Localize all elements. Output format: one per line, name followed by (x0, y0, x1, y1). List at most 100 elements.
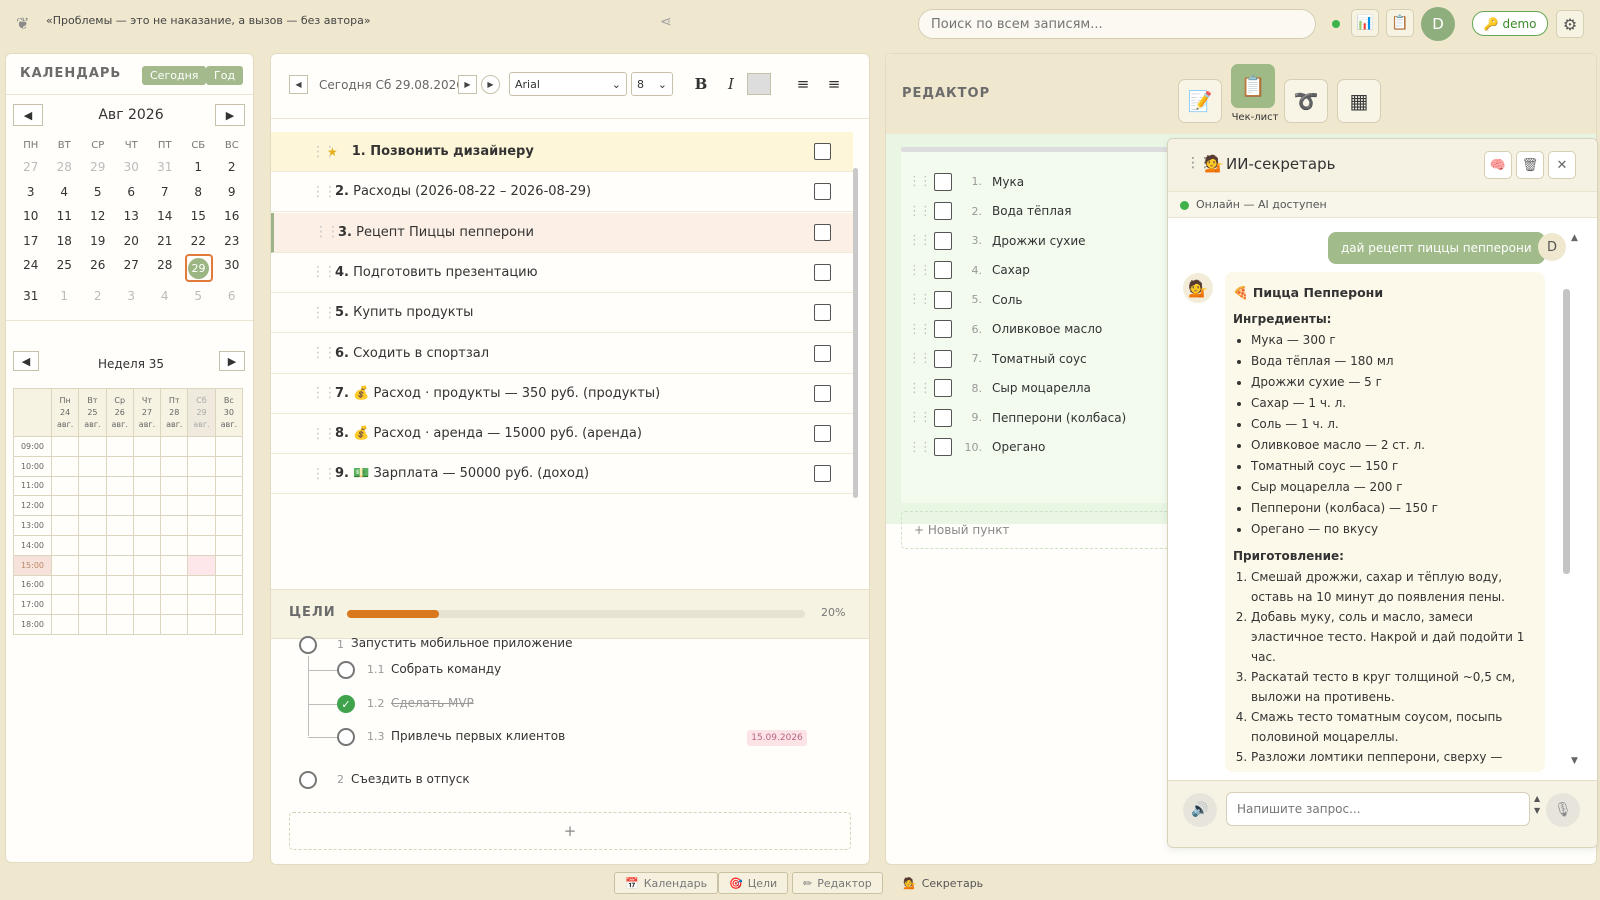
task-checkbox[interactable] (814, 344, 831, 362)
checklist-checkbox[interactable] (934, 290, 952, 309)
time-slot[interactable] (78, 594, 107, 616)
time-slot[interactable] (50, 574, 80, 596)
drag-handle-icon[interactable]: ⋮⋮ (311, 264, 337, 280)
time-slot[interactable] (214, 436, 244, 457)
time-slot[interactable] (187, 614, 216, 635)
checklist-checkbox[interactable] (934, 320, 952, 338)
calendar-day[interactable]: 21 (148, 234, 182, 248)
time-slot[interactable] (214, 594, 244, 616)
task-checkbox[interactable] (814, 223, 831, 241)
drag-handle-icon[interactable]: ⋮⋮ (908, 351, 932, 366)
task-row[interactable]: ⋮⋮ 5. Купить продукты (271, 293, 853, 334)
draw-mode-button[interactable]: ➰ (1284, 79, 1328, 123)
task-checkbox[interactable] (814, 384, 831, 402)
calendar-day[interactable]: 22 (182, 234, 216, 248)
calendar-day[interactable]: 11 (48, 209, 82, 223)
calendar-day[interactable]: 19 (81, 234, 115, 248)
time-slot[interactable] (105, 495, 134, 517)
brain-button[interactable]: 🧠 (1484, 151, 1512, 179)
task-checkbox[interactable] (814, 304, 831, 322)
time-slot[interactable] (187, 534, 216, 556)
subgoal-status-circle[interactable] (337, 728, 355, 746)
time-slot[interactable] (187, 515, 216, 536)
subgoal-status-circle[interactable] (337, 661, 355, 679)
time-slot[interactable] (214, 614, 244, 635)
search-input[interactable] (918, 9, 1316, 39)
calendar-day[interactable]: 12 (81, 209, 115, 223)
task-row[interactable]: ⋮⋮ 9. 💵 Зарплата — 50000 руб. (доход) (271, 454, 853, 495)
checklist-text[interactable]: Томатный соус (992, 352, 1087, 366)
table-mode-button[interactable]: ▦ (1337, 79, 1381, 123)
calendar-day[interactable]: 29 (81, 160, 115, 174)
calendar-day[interactable]: 31 (14, 289, 48, 303)
time-slot[interactable] (105, 515, 134, 536)
bottom-tab-goals[interactable]: 🎯 Цели (718, 872, 789, 894)
time-slot[interactable] (160, 515, 189, 536)
time-slot[interactable] (187, 574, 216, 596)
time-slot[interactable] (187, 495, 216, 517)
drag-handle-icon[interactable]: ⋮⋮ (908, 292, 932, 307)
checklist-text[interactable]: Пепперони (колбаса) (992, 411, 1126, 425)
task-checkbox[interactable] (814, 183, 831, 201)
time-slot[interactable] (50, 594, 80, 616)
notes-button[interactable]: 📋 (1386, 9, 1414, 37)
chat-scrollbar[interactable] (1563, 289, 1570, 574)
subgoal-done-circle[interactable]: ✓ (337, 695, 355, 713)
voice-button[interactable]: 🔊 (1183, 793, 1217, 827)
time-slot[interactable] (132, 614, 162, 635)
calendar-day[interactable]: 13 (115, 209, 149, 223)
calendar-day[interactable]: 27 (115, 258, 149, 272)
time-slot[interactable] (105, 554, 134, 576)
checklist-text[interactable]: Оливковое масло (992, 322, 1102, 336)
calendar-day[interactable]: 27 (14, 160, 48, 174)
next-day-button[interactable]: ▶ (458, 75, 477, 94)
calendar-day[interactable]: 4 (48, 185, 82, 199)
time-slot[interactable] (105, 475, 134, 497)
demo-button[interactable]: 🔑 demo (1472, 11, 1548, 36)
year-button[interactable]: Год (206, 66, 244, 85)
calendar-day[interactable]: 31 (148, 160, 182, 174)
time-slot[interactable] (187, 594, 216, 616)
task-checkbox[interactable] (814, 465, 831, 483)
time-slot[interactable] (132, 475, 162, 497)
drag-handle-icon[interactable]: ⋮⋮ (908, 263, 932, 278)
time-slot[interactable] (50, 436, 80, 457)
calendar-day[interactable]: 20 (115, 234, 149, 248)
scroll-down-icon[interactable]: ▼ (1571, 756, 1578, 766)
calendar-day[interactable]: 3 (14, 185, 48, 199)
time-slot[interactable] (187, 554, 216, 576)
time-slot[interactable] (105, 455, 134, 477)
task-row[interactable]: ⋮⋮ 8. 💰 Расход · аренда — 15000 руб. (аре… (271, 414, 853, 455)
checklist-checkbox[interactable] (934, 349, 952, 368)
calendar-day[interactable]: 17 (14, 234, 48, 248)
time-slot[interactable] (160, 455, 189, 477)
drag-handle-icon[interactable]: ⋮⋮ (311, 385, 337, 401)
time-slot[interactable] (50, 475, 80, 497)
calendar-day-today[interactable]: 29 (182, 254, 216, 282)
checklist-text[interactable]: Сыр моцарелла (992, 381, 1091, 395)
checklist-text[interactable]: Мука (992, 175, 1024, 189)
time-slot[interactable] (160, 594, 189, 616)
task-checkbox[interactable] (814, 143, 831, 160)
checklist-text[interactable]: Сахар (992, 263, 1030, 277)
checklist-text[interactable]: Орегано (992, 440, 1045, 454)
drag-handle-icon[interactable]: ⋮⋮ (311, 184, 337, 200)
checklist-checkbox[interactable] (934, 438, 952, 456)
time-slot[interactable] (78, 614, 107, 635)
checklist-checkbox[interactable] (934, 172, 952, 191)
checklist-text[interactable]: Соль (992, 293, 1022, 307)
time-slot[interactable] (78, 574, 107, 596)
today-button[interactable]: Сегодня (142, 66, 207, 85)
calendar-day[interactable]: 10 (14, 209, 48, 223)
time-slot[interactable] (78, 455, 107, 477)
drag-handle-icon[interactable]: ⋮⋮ (908, 233, 932, 248)
checklist-checkbox[interactable] (934, 379, 952, 397)
time-slot[interactable] (214, 475, 244, 497)
time-slot[interactable] (78, 554, 107, 576)
calendar-day[interactable]: 5 (182, 289, 216, 303)
task-checkbox[interactable] (814, 263, 831, 281)
drag-handle-icon[interactable]: ⋮⋮ (908, 410, 932, 425)
drag-handle-icon[interactable]: ⋮⋮ (311, 426, 337, 442)
prev-month-button[interactable]: ◀ (13, 104, 43, 126)
time-slot[interactable] (214, 554, 244, 576)
